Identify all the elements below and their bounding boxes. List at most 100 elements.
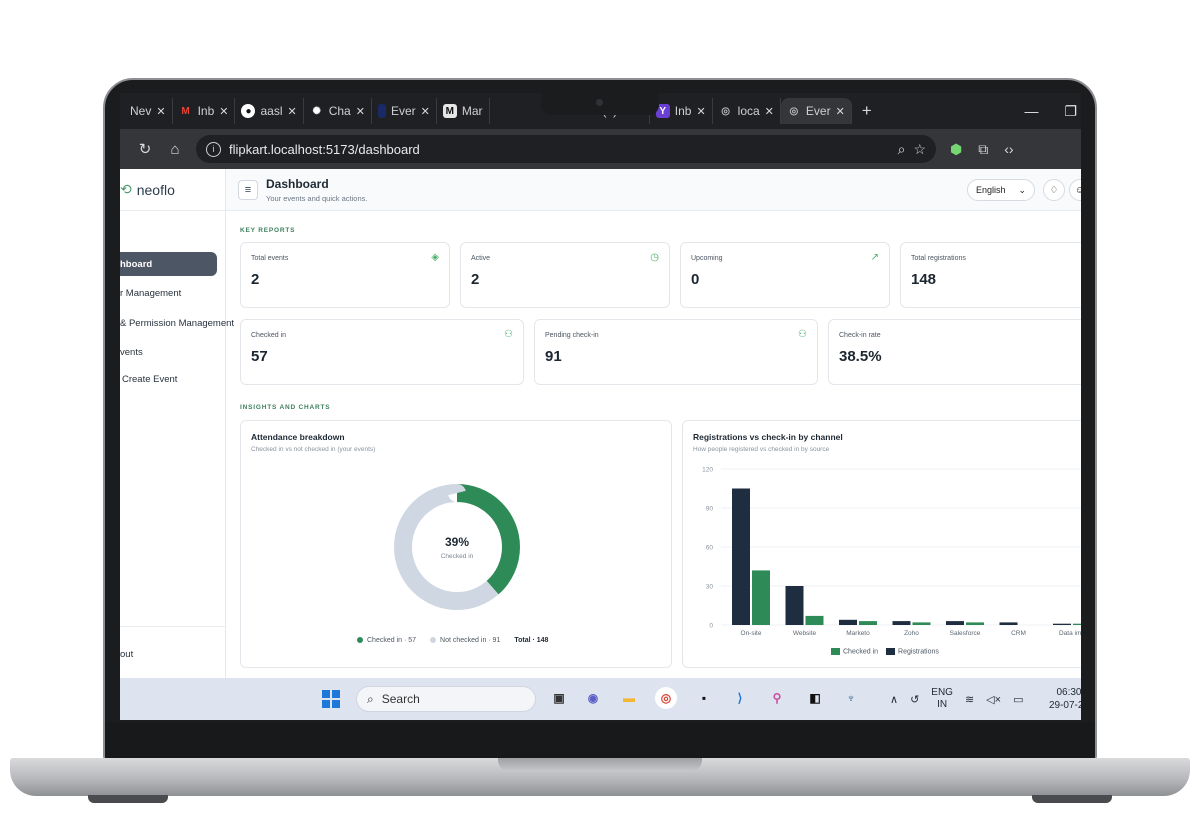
legend-swatch: [886, 648, 896, 655]
legend-swatch: [831, 648, 840, 655]
sidebar: ⟲ neoflo hboard r Management & Permissio…: [120, 169, 234, 678]
extensions: ⬢ ⧉ ‹›: [950, 141, 1014, 158]
browser-tab[interactable]: ✺ Cha ✕: [304, 98, 372, 124]
chrome-icon[interactable]: ◎: [655, 687, 677, 709]
browser-tab[interactable]: ◎ loca ✕: [713, 98, 781, 124]
devtools-icon[interactable]: ‹›: [1004, 141, 1013, 157]
wifi-icon[interactable]: ≋: [965, 693, 974, 706]
donut-center-value: 39%: [445, 535, 469, 549]
clock[interactable]: 06:3029-07-20: [1049, 686, 1081, 712]
language-select[interactable]: English ⌄: [967, 179, 1035, 201]
browser-tab-active[interactable]: ◎ Ever ✕: [780, 98, 852, 124]
start-icon[interactable]: [322, 690, 340, 708]
sidebar-item-user-management[interactable]: r Management: [120, 288, 181, 299]
x-tick-label: Salesforce: [950, 630, 981, 637]
bar-checked-in[interactable]: [966, 622, 984, 625]
new-tab-icon[interactable]: +: [852, 101, 882, 121]
reload-icon[interactable]: ↻: [130, 140, 160, 158]
minimize-icon[interactable]: —: [1024, 103, 1038, 119]
close-icon[interactable]: ✕: [219, 105, 228, 118]
browser-tab[interactable]: M Inb ✕: [173, 98, 236, 124]
search-icon: ⌕: [367, 691, 374, 706]
sync-icon[interactable]: ↺: [910, 693, 919, 706]
bar-checked-in[interactable]: [912, 622, 931, 625]
bar-checked-in[interactable]: [752, 570, 770, 625]
bar-registrations[interactable]: [946, 621, 964, 625]
y-tick-label: 60: [706, 545, 714, 552]
teams-icon[interactable]: ◉: [582, 687, 604, 709]
bar-registrations[interactable]: [892, 621, 911, 625]
app-icon[interactable]: ⚲: [766, 687, 788, 709]
url-text: flipkart.localhost:5173/dashboard: [229, 141, 420, 157]
puzzle-icon[interactable]: ⧉: [978, 141, 988, 158]
zoom-icon[interactable]: ⌕: [898, 141, 906, 158]
donut-center-label: Checked in: [441, 553, 474, 560]
bar-checked-in[interactable]: [1073, 623, 1081, 625]
browser-tab[interactable]: Nev ✕: [124, 98, 173, 124]
battery-icon[interactable]: ▭: [1013, 693, 1023, 706]
volume-icon[interactable]: ◁×: [986, 693, 1001, 706]
task-view-icon[interactable]: ▣: [548, 687, 570, 709]
taskbar-search[interactable]: ⌕ Search: [356, 686, 536, 712]
close-icon[interactable]: ✕: [287, 105, 296, 118]
close-icon[interactable]: ✕: [696, 105, 705, 118]
star-icon[interactable]: ☆: [913, 141, 926, 158]
address-bar[interactable]: i flipkart.localhost:5173/dashboard ⌕ ☆: [196, 135, 936, 163]
sidebar-item-dashboard[interactable]: hboard: [120, 252, 217, 276]
donut-chart: 39% Checked in: [394, 484, 520, 610]
laptop-foot-left: [88, 795, 168, 803]
bar-registrations[interactable]: [732, 488, 750, 626]
browser-tab[interactable]: M Mar: [437, 98, 490, 124]
browser-tab[interactable]: Ever ✕: [372, 98, 437, 124]
input-language[interactable]: ENG IN: [931, 687, 953, 711]
system-tray: ∧ ↺ ENG IN ≋ ◁× ▭: [890, 678, 1023, 720]
globe-icon: ◎: [789, 105, 799, 117]
info-icon[interactable]: i: [206, 141, 221, 157]
camera-notch: [541, 93, 659, 115]
bar-registrations[interactable]: [999, 622, 1018, 625]
laptop-chin: [105, 722, 1095, 760]
app-icon[interactable]: ◧: [804, 687, 826, 709]
user-check-icon: ⚇: [504, 329, 513, 340]
laptop-groove: [498, 758, 702, 772]
vscode-icon[interactable]: ⟩: [729, 687, 751, 709]
gmail-icon: M: [181, 105, 190, 117]
check-circle-icon: ◷: [650, 252, 659, 263]
extension-icon[interactable]: ⬢: [950, 141, 962, 158]
bell-icon[interactable]: ♢: [1043, 179, 1065, 201]
sidebar-item-permissions[interactable]: & Permission Management: [120, 318, 234, 329]
x-tick-label: CRM: [1011, 630, 1026, 637]
legend-dot: [430, 637, 437, 644]
logout-button[interactable]: out: [120, 626, 226, 678]
postgres-icon[interactable]: ♆: [840, 687, 862, 709]
y-tick-label: 90: [706, 506, 714, 513]
bar-registrations[interactable]: [1053, 623, 1071, 625]
folder-icon[interactable]: ▬: [618, 687, 640, 709]
close-icon[interactable]: ✕: [765, 105, 774, 118]
home-icon[interactable]: ⌂: [160, 141, 190, 158]
logo-icon: ⟲: [120, 181, 132, 197]
page-header: ≡ Dashboard Your events and quick action…: [226, 169, 1081, 211]
section-label-insights: INSIGHTS AND CHARTS: [240, 404, 331, 411]
sidebar-item-events[interactable]: vents: [120, 347, 143, 358]
close-icon[interactable]: ✕: [156, 105, 165, 118]
chevron-down-icon: ⌄: [1018, 184, 1026, 195]
page-subtitle: Your events and quick actions.: [266, 193, 368, 203]
bar-registrations[interactable]: [839, 619, 857, 625]
terminal-icon[interactable]: ▪: [693, 687, 715, 709]
browser-tab[interactable]: ● aasl ✕: [235, 98, 304, 124]
chevron-up-icon[interactable]: ∧: [890, 693, 898, 706]
close-icon[interactable]: ✕: [421, 105, 430, 118]
x-tick-label: Marketo: [846, 630, 870, 637]
menu-icon[interactable]: ≡: [238, 179, 258, 200]
maximize-icon[interactable]: ❐: [1064, 103, 1077, 120]
avatar[interactable]: ☺: [1069, 179, 1081, 201]
browser-tab[interactable]: Y Inb ✕: [650, 98, 713, 124]
window-controls: — ❐: [1024, 93, 1081, 129]
close-icon[interactable]: ✕: [356, 105, 365, 118]
sidebar-item-create-event[interactable]: Create Event: [122, 374, 177, 385]
close-icon[interactable]: ✕: [836, 105, 845, 118]
bar-checked-in[interactable]: [859, 621, 877, 625]
bar-registrations[interactable]: [785, 586, 804, 625]
bar-checked-in[interactable]: [805, 615, 824, 625]
